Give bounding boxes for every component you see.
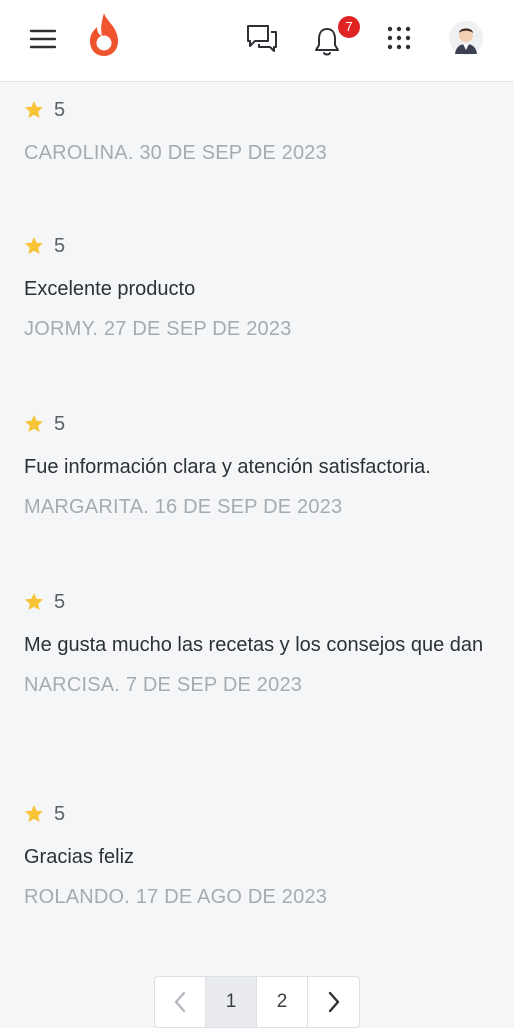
apps-button[interactable] [378, 18, 420, 58]
rating-value: 5 [54, 590, 66, 613]
star-icon [25, 415, 43, 432]
review-rating: 5 [24, 98, 494, 122]
notifications-button[interactable]: 7 [308, 16, 360, 58]
review-comment: Gracias feliz [24, 846, 135, 868]
review-comment: Excelente producto [24, 278, 196, 300]
review-rating: 5 [24, 412, 494, 436]
pagination-page-2[interactable]: 2 [257, 977, 308, 1027]
chevron-left-icon [174, 991, 186, 1013]
rating-value: 5 [54, 802, 66, 825]
avatar-icon [449, 21, 483, 55]
review-rating: 5 [24, 802, 494, 826]
pagination: 1 2 [154, 976, 360, 1028]
review-author-date: CAROLINA. 30 DE SEP DE 2023 [24, 142, 327, 164]
rating-value: 5 [54, 234, 66, 257]
review-item: 5 Excelente producto JORMY. 27 DE SEP DE… [24, 234, 494, 341]
chat-button[interactable] [240, 18, 284, 58]
review-rating: 5 [24, 590, 494, 614]
review-item: 5 Fue información clara y atención satis… [24, 412, 494, 519]
review-item: 5 Me gusta mucho las recetas y los conse… [24, 590, 494, 697]
hamburger-icon [29, 29, 57, 49]
review-comment: Me gusta mucho las recetas y los consejo… [24, 634, 484, 656]
review-author-date: ROLANDO. 17 DE AGO DE 2023 [24, 886, 328, 908]
notification-count-badge: 7 [338, 16, 360, 38]
pagination-page-1[interactable]: 1 [206, 977, 257, 1027]
pagination-prev-button[interactable] [155, 977, 206, 1027]
chevron-right-icon [328, 991, 339, 1013]
review-author-date: NARCISA. 7 DE SEP DE 2023 [24, 674, 303, 696]
flame-logo-icon [90, 13, 118, 56]
chat-icon [247, 25, 277, 52]
bell-icon [315, 28, 339, 56]
rating-value: 5 [54, 98, 66, 121]
user-avatar[interactable] [446, 18, 486, 58]
app-logo[interactable] [84, 10, 124, 58]
review-author-date: JORMY. 27 DE SEP DE 2023 [24, 318, 292, 340]
review-rating: 5 [24, 234, 494, 258]
rating-value: 5 [54, 412, 66, 435]
star-icon [25, 237, 43, 254]
star-icon [25, 593, 43, 610]
review-item: 5 Gracias feliz ROLANDO. 17 DE AGO DE 20… [24, 802, 494, 909]
review-comment: Fue información clara y atención satisfa… [24, 456, 431, 478]
grid-icon [387, 26, 411, 50]
star-icon [25, 805, 43, 822]
menu-button[interactable] [22, 20, 64, 58]
review-author-date: MARGARITA. 16 DE SEP DE 2023 [24, 496, 343, 518]
pagination-next-button[interactable] [308, 977, 359, 1027]
star-icon [25, 101, 43, 118]
top-navigation-bar: 7 [0, 0, 514, 82]
review-item: 5 CAROLINA. 30 DE SEP DE 2023 [24, 98, 494, 165]
